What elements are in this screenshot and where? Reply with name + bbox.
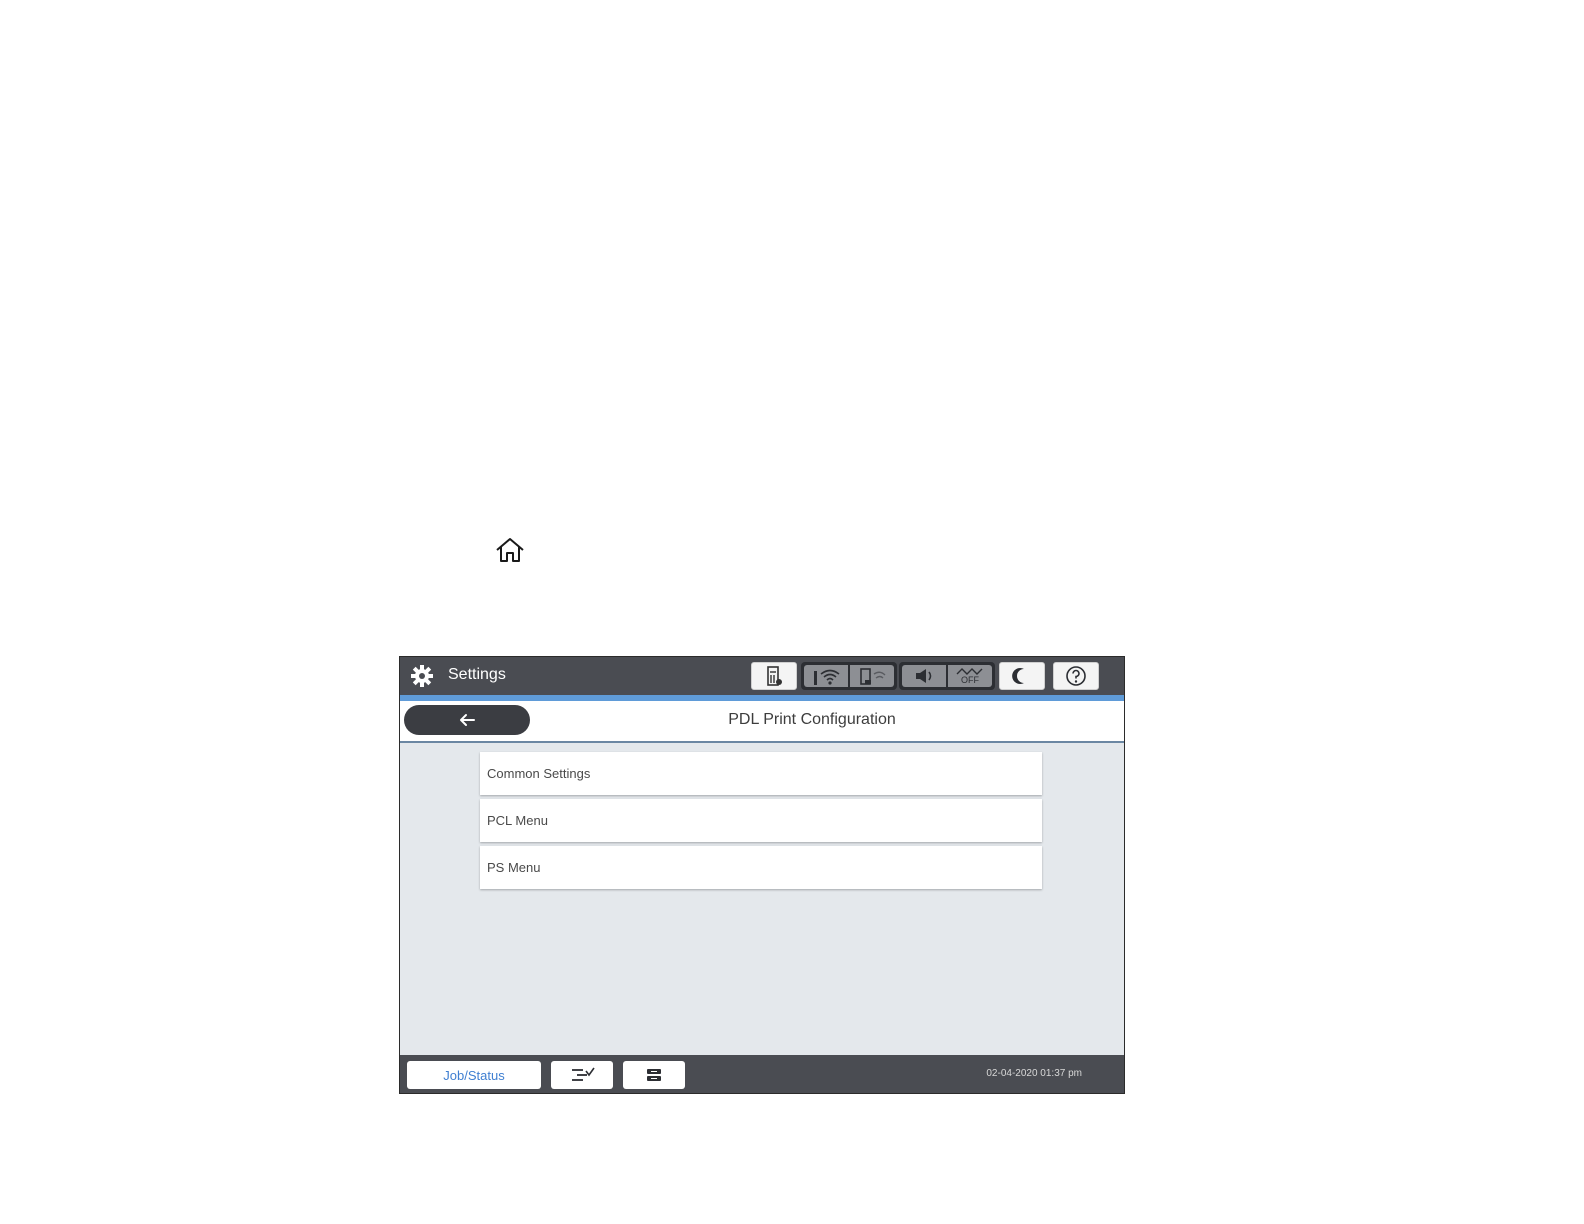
- wi-fi-direct-status-button[interactable]: [850, 665, 894, 687]
- printer-control-panel: Settings OFF PDL Print Configuration Com…: [399, 656, 1125, 1094]
- menu-item-label: PS Menu: [487, 860, 541, 875]
- power-off-label: OFF: [961, 675, 979, 685]
- datetime: 02-04-2020 01:37 pm: [986, 1068, 1082, 1079]
- speaker-icon: [916, 669, 932, 683]
- power-off-timer-button[interactable]: OFF: [948, 665, 992, 687]
- back-button[interactable]: [404, 705, 530, 735]
- job-status-button[interactable]: Job/Status: [407, 1061, 541, 1089]
- sound-power-group[interactable]: OFF: [899, 662, 995, 690]
- stop-copy-icon: [572, 1067, 595, 1081]
- wifi-icon: [814, 669, 840, 685]
- wi-fi-direct-icon: [860, 668, 886, 685]
- help-icon: [1066, 666, 1086, 686]
- sound-button[interactable]: [902, 665, 946, 687]
- app-title: Settings: [448, 666, 506, 683]
- help-button[interactable]: [1053, 662, 1099, 690]
- gear-icon: [411, 665, 433, 687]
- printer-status-icon: [767, 666, 782, 686]
- menu-item-label: Common Settings: [487, 766, 591, 781]
- menu-item-pcl-menu[interactable]: PCL Menu: [480, 799, 1042, 842]
- sleep-button[interactable]: [999, 662, 1045, 690]
- sleep-moon-icon: [1012, 668, 1024, 684]
- stop-copy-button[interactable]: [551, 1061, 613, 1089]
- menu-list: Common Settings PCL Menu PS Menu: [480, 752, 1042, 893]
- top-bar: Settings OFF: [400, 657, 1124, 695]
- page: Settings OFF PDL Print Configuration Com…: [0, 0, 1584, 1224]
- page-title: PDL Print Configuration: [728, 711, 896, 728]
- paper-settings-icon: [647, 1069, 661, 1081]
- home-icon: [496, 538, 524, 562]
- printer-status-button[interactable]: [751, 662, 797, 690]
- network-status-group[interactable]: [801, 662, 897, 690]
- menu-item-common-settings[interactable]: Common Settings: [480, 752, 1042, 795]
- menu-item-label: PCL Menu: [487, 813, 548, 828]
- bottom-bar: Job/Status 02-04-2020 01:37 pm: [400, 1055, 1124, 1093]
- title-bar: PDL Print Configuration: [400, 701, 1124, 743]
- menu-item-ps-menu[interactable]: PS Menu: [480, 846, 1042, 889]
- job-status-label: Job/Status: [443, 1067, 505, 1083]
- arrow-left-icon: [460, 714, 475, 726]
- paper-settings-button[interactable]: [623, 1061, 685, 1089]
- wifi-status-button[interactable]: [804, 665, 848, 687]
